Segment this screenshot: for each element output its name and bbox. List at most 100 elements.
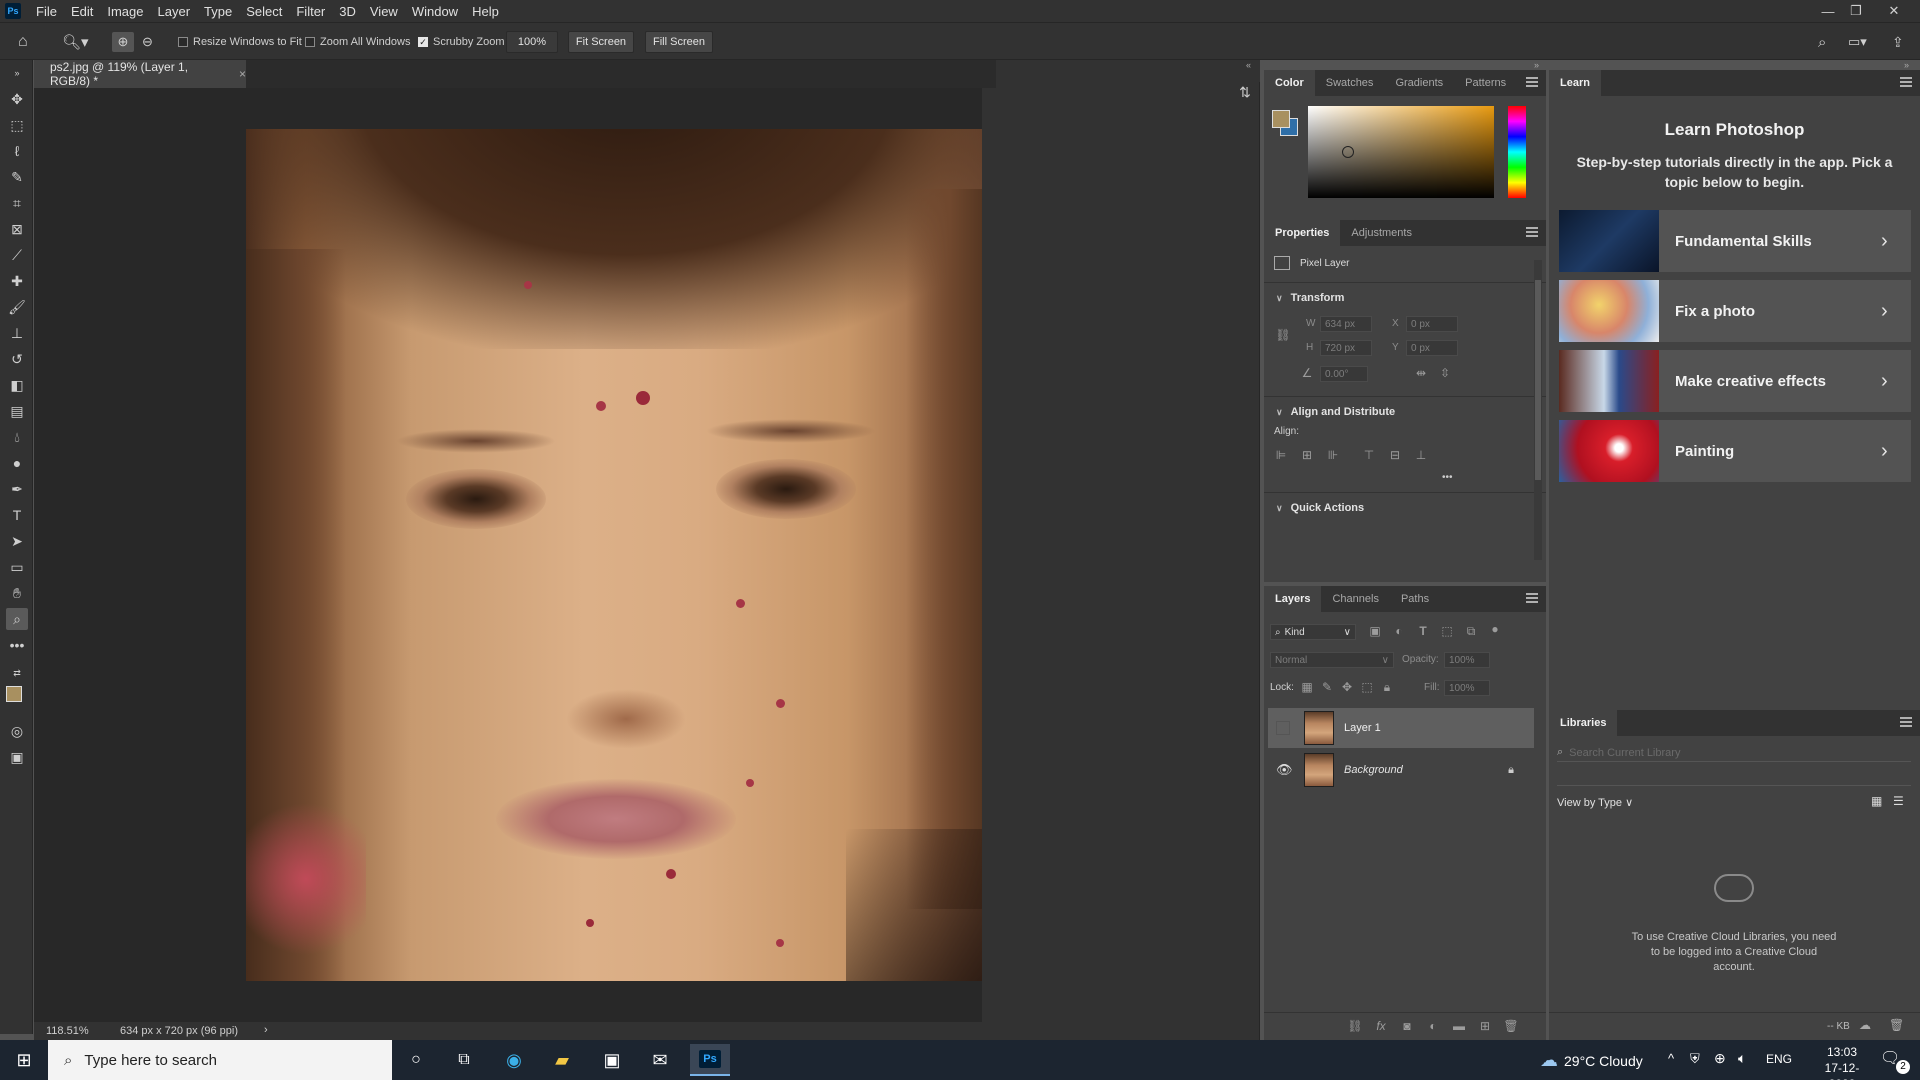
grid-view-icon[interactable]: ▦ [1871, 794, 1882, 808]
link-icon[interactable]: ⛓ [1275, 328, 1290, 342]
clock[interactable]: 13:03 17-12-2022 [1812, 1044, 1872, 1080]
clone-stamp-tool-icon[interactable]: ⊥ [8, 324, 26, 342]
learn-card-fix-a-photo[interactable]: Fix a photo › [1559, 280, 1911, 342]
layer-name[interactable]: Background [1344, 764, 1403, 776]
blend-mode-select[interactable]: Normal ∨ [1270, 652, 1394, 668]
tab-adjustments[interactable]: Adjustments [1340, 220, 1423, 246]
minimize-button[interactable]: — [1814, 0, 1842, 22]
list-view-icon[interactable]: ☰ [1893, 794, 1904, 808]
learn-panel-menu-icon[interactable] [1900, 77, 1912, 87]
mail-icon[interactable]: ✉ [640, 1044, 680, 1076]
y-field[interactable]: 0 px [1406, 340, 1458, 356]
status-zoom[interactable]: 118.51% [46, 1025, 89, 1037]
language-indicator[interactable]: ENG [1766, 1052, 1792, 1066]
menu-help[interactable]: Help [465, 4, 506, 19]
delete-layer-icon[interactable]: 🗑︎ [1503, 1019, 1518, 1033]
tab-patterns[interactable]: Patterns [1454, 70, 1517, 96]
volume-icon[interactable]: 🔈︎ [1738, 1050, 1746, 1067]
library-search-input[interactable]: ⌕ Search Current Library [1557, 744, 1911, 762]
photoshop-taskbar-icon[interactable]: Ps [690, 1044, 730, 1076]
color-picker-cursor[interactable] [1342, 146, 1354, 158]
lock-pixels-icon[interactable]: ✎ [1320, 680, 1334, 694]
filter-type-icon[interactable]: T [1416, 624, 1430, 638]
menu-view[interactable]: View [363, 4, 405, 19]
foreground-color-swatch[interactable] [6, 686, 22, 702]
layer-row-background[interactable]: 👁︎ Background 🔒︎ [1268, 750, 1534, 790]
flip-vertical-icon[interactable]: ⇳ [1438, 366, 1452, 380]
tab-libraries[interactable]: Libraries [1549, 710, 1618, 736]
zoom-value-field[interactable]: 100% [506, 31, 558, 53]
tray-chevron-icon[interactable]: ^ [1668, 1051, 1674, 1066]
scrollbar-thumb[interactable] [1535, 280, 1541, 480]
align-left-icon[interactable]: ⊫ [1274, 448, 1288, 462]
menu-3d[interactable]: 3D [332, 4, 363, 19]
view-by-type-select[interactable]: View by Type ∨ [1557, 796, 1633, 809]
collapse-right-dock-icon[interactable]: » [1904, 60, 1909, 70]
layer-lock-icon[interactable]: 🔒︎ [1508, 764, 1514, 777]
weather-widget[interactable]: ☁ 29°C Cloudy [1540, 1050, 1643, 1071]
status-arrow-icon[interactable]: › [264, 1024, 268, 1036]
filter-adjustment-icon[interactable]: ◐ [1392, 624, 1406, 638]
cortana-icon[interactable]: ○ [396, 1044, 436, 1076]
height-field[interactable]: 720 px [1320, 340, 1372, 356]
pen-tool-icon[interactable]: ✒ [8, 480, 26, 498]
security-icon[interactable]: ⛨ [1690, 1051, 1700, 1067]
new-layer-icon[interactable]: ⊞ [1478, 1019, 1492, 1033]
x-field[interactable]: 0 px [1406, 316, 1458, 332]
foreground-swatch[interactable] [1272, 110, 1290, 128]
quick-actions-section-header[interactable]: ∨ Quick Actions [1276, 502, 1364, 514]
screen-mode-icon[interactable]: ▣ [8, 748, 26, 766]
color-field[interactable] [1308, 106, 1494, 198]
lock-all-icon[interactable]: 🔒︎ [1380, 680, 1394, 694]
visibility-toggle-off[interactable] [1276, 721, 1290, 735]
menu-edit[interactable]: Edit [64, 4, 100, 19]
link-layers-icon[interactable]: ⛓ [1347, 1019, 1362, 1033]
more-tools-icon[interactable]: ••• [8, 636, 26, 654]
vertical-scrollbar[interactable] [982, 88, 996, 1022]
align-bottom-icon[interactable]: ⊥ [1414, 448, 1428, 462]
lock-artboard-icon[interactable]: ⬚ [1360, 680, 1374, 694]
new-adjustment-layer-icon[interactable]: ◐ [1426, 1019, 1440, 1033]
more-options[interactable]: ••• [1442, 472, 1453, 483]
opacity-field[interactable]: 100% [1444, 652, 1490, 668]
learn-card-fundamental-skills[interactable]: Fundamental Skills › [1559, 210, 1911, 272]
lock-position-icon[interactable]: ✥ [1340, 680, 1354, 694]
workspace-icon[interactable]: ▭▾ [1848, 32, 1867, 52]
tab-layers[interactable]: Layers [1264, 586, 1322, 612]
flip-horizontal-icon[interactable]: ⇹ [1414, 366, 1428, 380]
zoom-in-icon[interactable]: ⊕ [112, 32, 134, 52]
document-tab[interactable]: ps2.jpg @ 119% (Layer 1, RGB/8) * × [34, 60, 246, 88]
menu-file[interactable]: File [29, 4, 64, 19]
fill-screen-button[interactable]: Fill Screen [645, 31, 713, 53]
scrubby-zoom-checkbox[interactable]: ✓ Scrubby Zoom [418, 32, 505, 52]
brush-tool-icon[interactable]: 🖌︎ [8, 298, 26, 316]
delete-icon[interactable]: 🗑︎ [1889, 1018, 1904, 1032]
learn-card-make-creative-effects[interactable]: Make creative effects › [1559, 350, 1911, 412]
zoom-tool-icon[interactable]: ⌕ [6, 608, 28, 630]
properties-panel-menu-icon[interactable] [1526, 227, 1538, 237]
cloud-sync-icon[interactable]: ☁ [1859, 1018, 1871, 1032]
frame-tool-icon[interactable]: ⊠ [8, 220, 26, 238]
menu-type[interactable]: Type [197, 4, 239, 19]
healing-brush-tool-icon[interactable]: ✚ [8, 272, 26, 290]
properties-scrollbar[interactable] [1534, 260, 1542, 560]
align-section-header[interactable]: ∨ Align and Distribute [1276, 406, 1395, 418]
lock-transparency-icon[interactable]: ▦ [1300, 680, 1314, 694]
gradient-tool-icon[interactable]: ▤ [8, 402, 26, 420]
tab-paths[interactable]: Paths [1390, 586, 1440, 612]
new-group-icon[interactable]: ▬ [1452, 1019, 1466, 1033]
tab-swatches[interactable]: Swatches [1315, 70, 1385, 96]
fit-screen-button[interactable]: Fit Screen [568, 31, 634, 53]
menu-select[interactable]: Select [239, 4, 289, 19]
width-field[interactable]: 634 px [1320, 316, 1372, 332]
file-explorer-icon[interactable]: ▰ [542, 1044, 582, 1076]
quick-mask-icon[interactable]: ◎ [8, 722, 26, 740]
align-right-icon[interactable]: ⊪ [1326, 448, 1340, 462]
windows-start-icon[interactable]: ⊞ [4, 1044, 44, 1076]
filter-smart-object-icon[interactable]: ⧉ [1464, 624, 1478, 638]
expand-dock-icon[interactable]: » [1534, 60, 1539, 70]
network-icon[interactable]: ⊕ [1714, 1050, 1726, 1067]
fx-icon[interactable]: fx [1374, 1019, 1388, 1033]
taskbar-search-input[interactable]: ⌕ Type here to search [48, 1040, 392, 1080]
home-icon[interactable]: ⌂ [18, 32, 28, 52]
